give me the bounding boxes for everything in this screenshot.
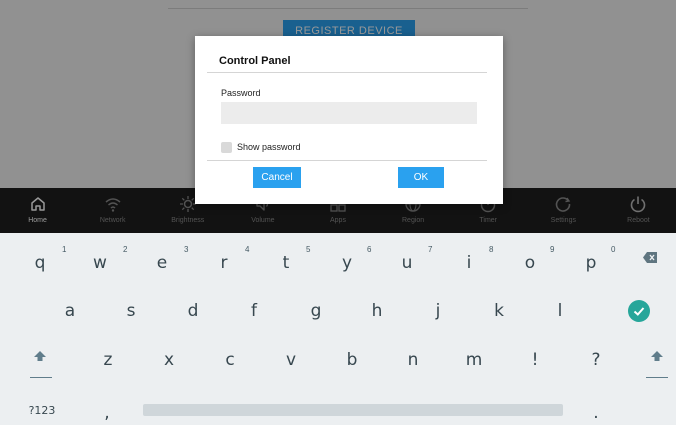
key-c[interactable]: c (200, 350, 260, 370)
show-password-label[interactable]: Show password (237, 142, 301, 152)
password-field[interactable] (221, 102, 477, 124)
key-h[interactable]: h (347, 301, 407, 321)
key-period[interactable]: . (566, 403, 626, 423)
backspace-key[interactable] (620, 252, 676, 267)
divider (207, 72, 487, 73)
key-comma[interactable]: , (77, 403, 137, 423)
key-f[interactable]: f (224, 301, 284, 321)
key-n[interactable]: n (383, 350, 443, 370)
hint-4: 4 (245, 245, 250, 254)
key-m[interactable]: m (444, 350, 504, 370)
hint-9: 9 (550, 245, 555, 254)
key-t[interactable]: t (256, 253, 316, 273)
hint-1: 1 (62, 245, 67, 254)
hint-5: 5 (306, 245, 311, 254)
key-y[interactable]: y (317, 253, 377, 273)
control-panel-dialog: Control Panel Password Show password Can… (195, 36, 503, 204)
backspace-icon (643, 252, 657, 263)
shift-icon (34, 351, 46, 361)
show-password-checkbox[interactable] (221, 142, 232, 153)
shift-underline (30, 377, 52, 378)
key-i[interactable]: i (439, 253, 499, 273)
on-screen-keyboard: q w e r t y u i o p 1 2 3 4 5 6 7 8 9 0 … (0, 233, 676, 425)
shift-underline (646, 377, 668, 378)
key-o[interactable]: o (500, 253, 560, 273)
shift-key-right[interactable] (627, 350, 676, 364)
key-d[interactable]: d (163, 301, 223, 321)
symbols-key[interactable]: ?123 (12, 404, 72, 417)
key-j[interactable]: j (408, 301, 468, 321)
key-e[interactable]: e (132, 253, 192, 273)
hint-3: 3 (184, 245, 189, 254)
key-q[interactable]: q (10, 253, 70, 273)
cancel-button[interactable]: Cancel (253, 167, 301, 188)
key-r[interactable]: r (194, 253, 254, 273)
key-w[interactable]: w (70, 253, 130, 273)
key-s[interactable]: s (101, 301, 161, 321)
hint-2: 2 (123, 245, 128, 254)
key-question[interactable]: ? (566, 350, 626, 370)
divider (207, 160, 487, 161)
key-b[interactable]: b (322, 350, 382, 370)
password-label: Password (221, 88, 261, 98)
key-x[interactable]: x (139, 350, 199, 370)
key-g[interactable]: g (286, 301, 346, 321)
key-exclamation[interactable]: ! (505, 350, 565, 370)
hint-8: 8 (489, 245, 494, 254)
hint-6: 6 (367, 245, 372, 254)
checkmark-icon (633, 307, 645, 316)
key-l[interactable]: l (530, 301, 590, 321)
key-k[interactable]: k (469, 301, 529, 321)
enter-key[interactable] (628, 300, 650, 322)
hint-0: 0 (611, 245, 616, 254)
key-v[interactable]: v (261, 350, 321, 370)
hint-7: 7 (428, 245, 433, 254)
key-a[interactable]: a (40, 301, 100, 321)
space-key[interactable] (143, 404, 563, 416)
key-p[interactable]: p (561, 253, 621, 273)
ok-button[interactable]: OK (398, 167, 444, 188)
shift-key-left[interactable] (10, 350, 70, 364)
key-z[interactable]: z (78, 350, 138, 370)
dialog-title: Control Panel (219, 55, 291, 67)
key-u[interactable]: u (377, 253, 437, 273)
shift-icon (651, 351, 663, 361)
